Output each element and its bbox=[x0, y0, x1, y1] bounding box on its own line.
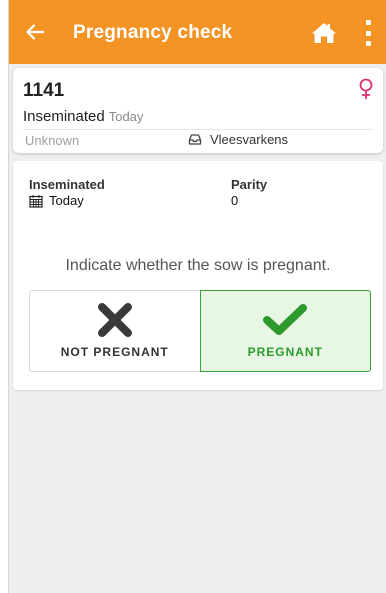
animal-status: Inseminated Today bbox=[23, 108, 143, 125]
animal-id: 1141 bbox=[23, 80, 65, 101]
status-date: Today bbox=[108, 109, 144, 124]
page-title: Pregnancy check bbox=[73, 22, 233, 43]
pregnancy-prompt: Indicate whether the sow is pregnant. bbox=[65, 257, 331, 274]
inseminated-date: Today bbox=[49, 193, 84, 208]
female-icon bbox=[359, 78, 373, 99]
breed-label: Unknown bbox=[25, 133, 80, 148]
calendar-icon bbox=[29, 194, 43, 208]
inseminated-label: Inseminated bbox=[29, 177, 105, 192]
location: Vleesvarkens bbox=[188, 132, 288, 147]
left-edge-panel bbox=[0, 0, 8, 593]
parity-label: Parity bbox=[231, 177, 268, 192]
checkmark-icon bbox=[263, 304, 308, 335]
pregnancy-choice-group: NOT PREGNANT PREGNANT bbox=[29, 290, 371, 372]
status-label: Inseminated bbox=[23, 108, 105, 125]
more-options-button[interactable] bbox=[361, 20, 375, 46]
app-screen: Pregnancy check 1141 Inseminated Today Un… bbox=[8, 0, 386, 593]
divider bbox=[23, 129, 373, 130]
animal-card[interactable]: 1141 Inseminated Today Unknown Vleesvarke… bbox=[13, 68, 383, 153]
toolbar: Pregnancy check bbox=[9, 0, 386, 64]
parity-value: 0 bbox=[231, 193, 239, 208]
arrow-left-icon bbox=[26, 24, 44, 40]
pregnant-label: PREGNANT bbox=[247, 345, 323, 359]
home-button[interactable] bbox=[309, 20, 339, 46]
not-pregnant-button[interactable]: NOT PREGNANT bbox=[29, 290, 200, 372]
more-vertical-icon bbox=[365, 20, 371, 25]
not-pregnant-label: NOT PREGNANT bbox=[60, 345, 169, 359]
pregnant-button[interactable]: PREGNANT bbox=[199, 290, 371, 372]
x-icon bbox=[97, 303, 132, 337]
back-button[interactable] bbox=[21, 18, 49, 46]
location-label: Vleesvarkens bbox=[210, 132, 289, 147]
inseminated-value: Today bbox=[29, 193, 84, 208]
pregnancy-check-card: Inseminated Today Parity 0 Indicate whet… bbox=[13, 161, 383, 390]
inbox-icon bbox=[188, 134, 202, 145]
home-icon bbox=[312, 23, 336, 43]
